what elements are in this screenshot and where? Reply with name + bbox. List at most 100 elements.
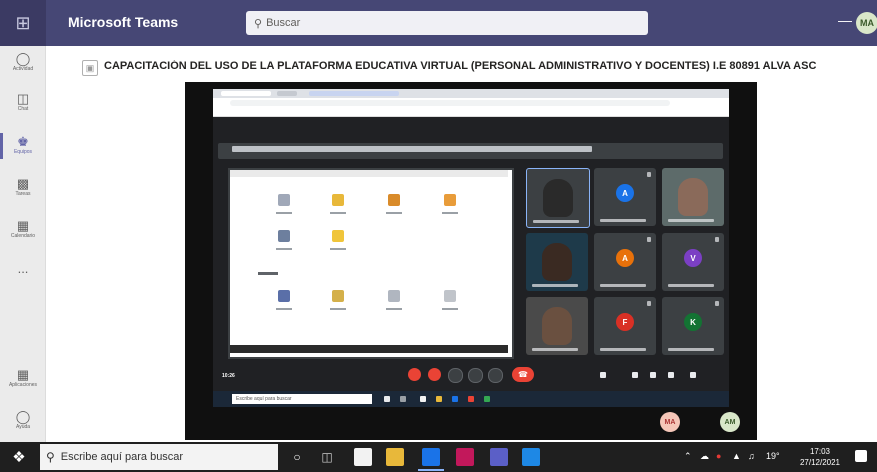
participant-tile: F — [594, 297, 656, 355]
rail-item-chat[interactable]: ◫ Chat — [0, 92, 46, 113]
tray-onedrive-icon[interactable]: ☁ — [700, 451, 709, 462]
rail-label: Equipos — [13, 149, 33, 155]
participant-avatar: V — [684, 249, 702, 267]
participant-avatar: A — [616, 249, 634, 267]
present-icon — [488, 368, 503, 383]
self-avatar: MA — [660, 412, 680, 432]
bell-icon: ◯ — [15, 51, 31, 66]
taskbar-clock[interactable]: 17:03 27/12/2021 — [798, 446, 842, 468]
teams-icon: ♚ — [17, 134, 29, 149]
app-tile-icon — [388, 290, 400, 302]
info-icon — [600, 372, 606, 378]
participant-tile — [526, 233, 588, 291]
browser-address-field — [230, 100, 670, 106]
app-tile-icon — [278, 230, 290, 242]
teams-app-icon[interactable] — [490, 448, 508, 466]
taskbar-search-input[interactable]: ⚲ Escribe aquí para buscar — [40, 444, 278, 470]
participant-tile: V — [662, 233, 724, 291]
participant-avatar: K — [684, 313, 702, 331]
rail-label: Actividad — [12, 66, 34, 72]
meeting-title: CAPACITACIÓN DEL USO DE LA PLATAFORMA ED… — [104, 60, 817, 72]
minimize-icon[interactable]: — — [838, 12, 852, 28]
participant-avatar: A — [616, 184, 634, 202]
presented-window-taskbar — [230, 345, 508, 353]
rail-item-tasks[interactable]: ▩ Tareas — [0, 177, 46, 198]
help-icon: ◯ — [15, 409, 31, 424]
rail-label: Ayuda — [15, 424, 31, 430]
raise-hand-icon — [468, 368, 483, 383]
participant-avatar: F — [616, 313, 634, 331]
clock-date: 27/12/2021 — [799, 458, 841, 467]
participant-tile: A — [594, 233, 656, 291]
windows-start-icon[interactable]: ❖ — [8, 446, 30, 468]
app-tile-icon — [444, 194, 456, 206]
rail-item-teams[interactable]: ♚ Equipos — [0, 133, 46, 159]
self-avatar: AM — [720, 412, 740, 432]
cortana-icon[interactable]: ○ — [288, 448, 306, 466]
browser-bookmarks-bar — [213, 108, 729, 117]
tray-network-icon[interactable]: ▲ — [732, 451, 741, 461]
chat-icon: ◫ — [16, 91, 30, 106]
calendar-icon: ▦ — [16, 218, 30, 233]
activities-icon — [668, 372, 674, 378]
people-icon — [632, 372, 638, 378]
lock-icon — [690, 372, 696, 378]
teams-taskbar-icon[interactable] — [354, 448, 372, 466]
word-icon[interactable] — [522, 448, 540, 466]
more-icon: ... — [17, 261, 29, 276]
user-avatar[interactable]: MA — [856, 12, 877, 34]
apps-icon: ▦ — [16, 367, 30, 382]
tray-volume-icon[interactable]: ♫ — [748, 451, 755, 461]
leave-call-icon: ☎ — [512, 367, 534, 382]
captions-icon — [448, 368, 463, 383]
camera-off-icon — [428, 368, 441, 381]
action-center-icon[interactable] — [855, 450, 867, 462]
search-placeholder: Buscar — [266, 17, 301, 29]
app-tile-icon — [444, 290, 456, 302]
tray-temperature: 19° — [766, 451, 780, 461]
media-app-icon[interactable] — [456, 448, 474, 466]
rail-item-activity[interactable]: ◯ Actividad — [0, 52, 46, 73]
taskbar-search-placeholder: Escribe aquí para buscar — [60, 451, 184, 463]
search-icon: ⚲ — [46, 450, 55, 464]
browser-tab-strip — [213, 89, 729, 98]
presented-section-heading — [258, 272, 278, 275]
participant-tile: A — [594, 168, 656, 226]
app-tile-icon — [332, 290, 344, 302]
rail-label: Tareas — [15, 191, 31, 197]
app-title: Microsoft Teams — [68, 14, 179, 30]
participant-tile — [526, 168, 590, 228]
rail-item-calendar[interactable]: ▦ Calendario — [0, 219, 46, 240]
app-tile-icon — [332, 230, 344, 242]
participant-tile — [526, 297, 588, 355]
backpack-icon: ▩ — [16, 176, 30, 191]
presented-window — [228, 168, 514, 359]
rail-label: Chat — [17, 106, 29, 112]
app-tile-icon — [388, 194, 400, 206]
file-explorer-icon[interactable] — [386, 448, 404, 466]
meeting-clock: 10:26 — [222, 373, 235, 379]
app-tile-icon — [332, 194, 344, 206]
participant-tile: K — [662, 297, 724, 355]
app-tile-icon — [278, 194, 290, 206]
app-launcher-icon[interactable]: ⊞ — [0, 0, 46, 46]
rail-label: Calendario — [10, 233, 36, 239]
participant-tile — [662, 168, 724, 226]
presented-window-titlebar — [230, 170, 508, 177]
search-icon: ⚲ — [254, 17, 263, 30]
rail-label: Aplicaciones — [8, 382, 38, 388]
search-input[interactable]: ⚲ Buscar — [246, 11, 648, 35]
presenting-banner-text — [232, 146, 592, 152]
chrome-icon[interactable] — [422, 448, 440, 466]
rail-item-help[interactable]: ◯ Ayuda — [0, 410, 46, 431]
clock-time: 17:03 — [809, 447, 831, 456]
task-view-icon[interactable]: ◫ — [318, 448, 336, 466]
chat-bubble-icon — [650, 372, 656, 378]
shared-taskbar-search: Escribe aquí para buscar — [232, 394, 372, 404]
rail-item-apps[interactable]: ▦ Aplicaciones — [0, 368, 46, 389]
meeting-icon: ▣ — [82, 60, 98, 76]
tray-notification-icon[interactable]: ● — [716, 451, 721, 461]
app-tile-icon — [278, 290, 290, 302]
tray-chevron-icon[interactable]: ⌃ — [684, 451, 692, 462]
rail-item-more[interactable]: ... — [0, 262, 46, 276]
